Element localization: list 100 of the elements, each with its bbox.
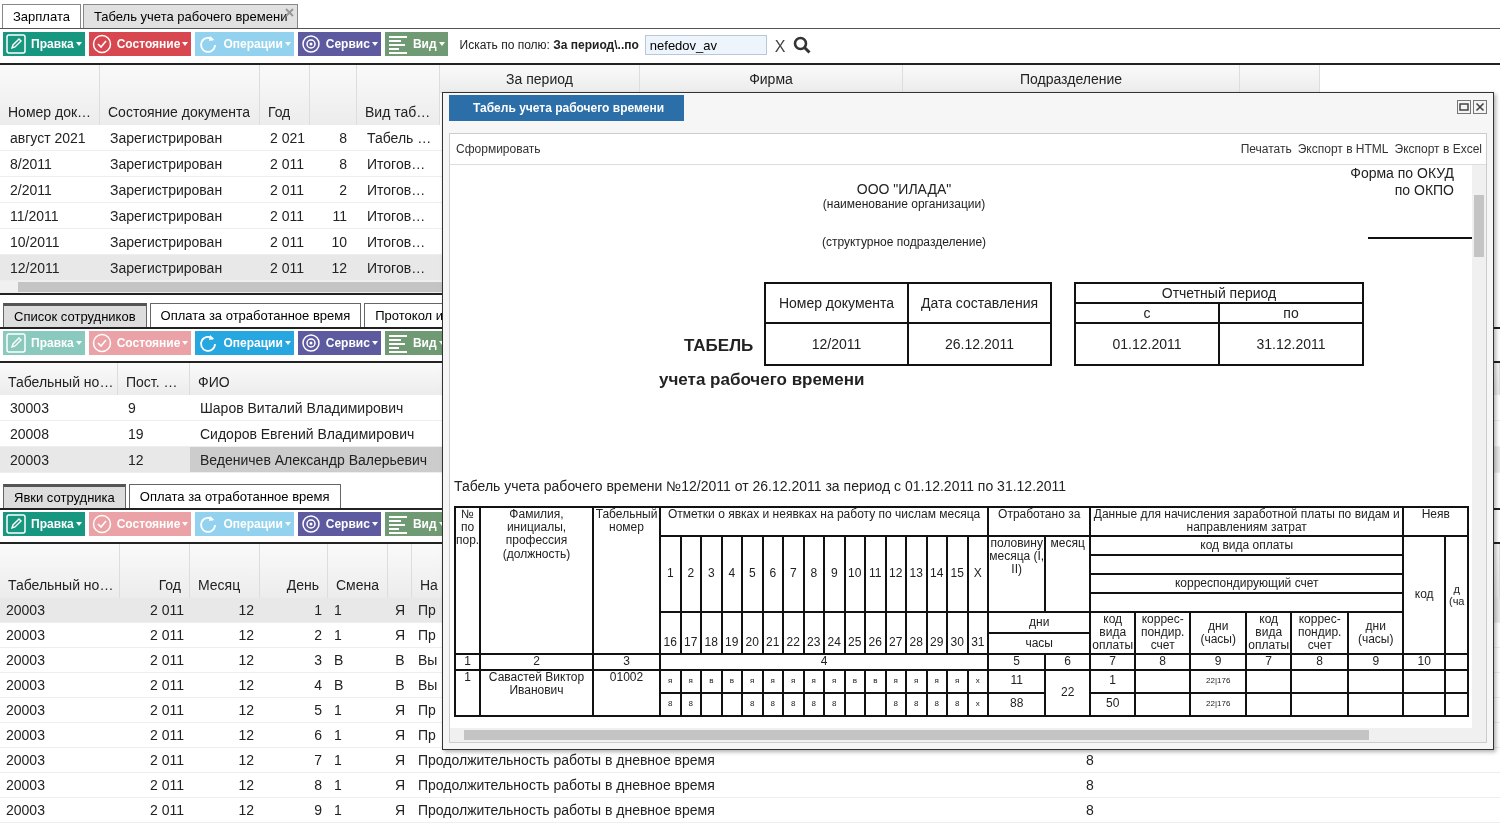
column-header[interactable]: Вид таб… — [357, 65, 440, 125]
column-header[interactable]: За период — [440, 65, 640, 93]
clear-button[interactable]: X — [772, 38, 788, 56]
table-cell-text: Шаров Виталий Владимирович — [199, 399, 405, 416]
state-menu-button[interactable]: Состояние — [88, 32, 192, 56]
table-cell-text: Итогов… — [366, 207, 427, 224]
table-header-cell: Данные для начисления заработной платы по видам и направлениям затрат — [1090, 507, 1404, 536]
search-label: Искать по полю: За период\..по — [459, 38, 639, 52]
table-cell-text: Продолжительность работы в дневное время — [417, 752, 716, 768]
table-cell: 8 — [893, 698, 898, 708]
column-header[interactable]: Год — [260, 65, 310, 125]
table-row[interactable]: 11/2011 Зарегистрирован 2 011 11 Итогов… — [0, 203, 442, 229]
table-header-cell: Отчетный период — [1075, 283, 1363, 303]
close-icon[interactable] — [1473, 100, 1487, 114]
table-cell-text: 20008 — [9, 425, 50, 442]
table-row[interactable]: август 2021 Зарегистрирован 2 021 8 Табель … — [0, 125, 442, 151]
form-label: по ОКПО — [1393, 182, 1454, 199]
column-header[interactable] — [1240, 65, 1320, 93]
column-header[interactable]: Номер док… — [0, 65, 100, 125]
column-header[interactable]: Подразделение — [903, 65, 1240, 93]
table-cell-text: 7 — [313, 752, 323, 768]
table-cell-text: 1 — [333, 727, 343, 743]
tab[interactable]: Табель учета рабочего времени — [82, 4, 299, 28]
table-header-cell: корреспондирующий счет — [1090, 574, 1404, 593]
table-cell-text: 2 011 — [149, 602, 185, 618]
pencil-icon — [6, 34, 26, 54]
check-circle-icon — [91, 514, 112, 534]
table-cell: 01.12.2011 — [1075, 323, 1219, 365]
table-header-cell: месяц — [1045, 536, 1091, 612]
table-cell-text: 2 011 — [269, 259, 305, 276]
table-cell-text: Продолжительность работы в дневное время — [417, 777, 716, 793]
maximize-icon[interactable] — [1457, 100, 1471, 114]
table-cell: 8 — [1291, 653, 1349, 670]
tab[interactable]: Оплата за отработанное время — [128, 484, 341, 508]
search-field[interactable]: nefedov_av — [644, 35, 767, 55]
table-row[interactable]: 20003 2 011 12 8 1 Я Продолжительность работы в дневное время 8 — [0, 773, 1500, 798]
tab[interactable]: Оплата за отработанное время — [149, 303, 362, 327]
horizontal-scrollbar[interactable] — [450, 728, 1486, 742]
column-header[interactable]: Месяц — [190, 544, 260, 598]
tab[interactable]: Зарплата — [2, 4, 81, 28]
table-row[interactable]: 20003 2 011 12 9 1 Я Продолжительность работы в дневное время 8 — [0, 798, 1500, 823]
table-row[interactable]: 2/2011 Зарегистрирован 2 011 2 Итогов… — [0, 177, 442, 203]
table-cell-text: Зарегистрирован — [109, 155, 224, 172]
caret-icon — [284, 522, 291, 526]
caret-icon — [182, 522, 189, 526]
column-header[interactable]: Фирма — [640, 65, 903, 93]
table-cell-text: 2 — [313, 627, 323, 643]
table-header-cell: коррес-пондир. счет — [1291, 612, 1349, 654]
table-header-cell: Дата составления — [908, 283, 1051, 323]
table-cell: я — [934, 675, 939, 685]
table-cell: 26.12.2011 — [908, 323, 1051, 365]
table-cell: в — [873, 675, 878, 685]
column-header[interactable]: Табельный но… — [0, 363, 118, 395]
table-cell-text: 20003 — [9, 451, 50, 468]
table-row[interactable]: 12/2011 Зарегистрирован 2 011 12 Итогов… — [0, 255, 442, 281]
table-cell: 50 — [1106, 696, 1120, 711]
search-icon[interactable] — [793, 36, 812, 54]
table-cell-text: 20003 — [5, 777, 46, 793]
table-cell-text: 2 011 — [149, 702, 185, 718]
table-cell: 8 — [832, 698, 837, 708]
edit-menu-button[interactable]: Правка — [3, 512, 85, 536]
table-cell-text: В — [394, 677, 406, 693]
table-cell: х — [975, 698, 980, 708]
tab[interactable]: Список сотрудников — [3, 303, 147, 327]
table-cell: 9 — [1190, 653, 1247, 670]
column-header[interactable]: Пост. … — [118, 363, 190, 395]
table-header-cell: 5 — [742, 536, 763, 612]
edit-menu-button[interactable]: Правка — [3, 32, 85, 56]
service-menu-button[interactable]: Сервис — [297, 32, 381, 56]
horizontal-scrollbar[interactable] — [0, 281, 442, 295]
column-header[interactable]: День — [260, 544, 328, 598]
column-header[interactable]: Год — [120, 544, 190, 598]
tab[interactable]: Явки сотрудника — [3, 484, 126, 508]
table-header-cell: № по пор. — [455, 507, 480, 654]
toolbar-link[interactable]: Печатать — [1240, 142, 1292, 156]
table-header-cell: Отметки о явках и неявках на работу по числам месяца — [660, 507, 989, 536]
check-circle-icon — [91, 333, 112, 353]
table-cell-text: Итогов… — [366, 155, 427, 172]
table-cell-text: 30003 — [9, 399, 50, 416]
toolbar-link[interactable]: Экспорт в Excel — [1394, 142, 1482, 156]
column-header[interactable]: Состояние документа — [100, 65, 260, 125]
table-cell: 8 — [811, 698, 816, 708]
list-icon — [387, 333, 408, 353]
service-menu-button[interactable]: Сервис — [297, 331, 381, 355]
table-cell-text: Зарегистрирован — [109, 259, 224, 276]
service-menu-button[interactable]: Сервис — [297, 512, 381, 536]
toolbar-link[interactable]: Сформировать — [456, 142, 541, 156]
close-icon[interactable] — [285, 8, 295, 17]
table-row[interactable]: 8/2011 Зарегистрирован 2 011 8 Итогов… — [0, 151, 442, 177]
toolbar-link[interactable]: Экспорт в HTML — [1297, 142, 1389, 156]
table-header-cell: код вида оплаты — [1090, 536, 1404, 555]
table-cell-text: 2 021 — [269, 129, 307, 146]
column-header[interactable]: Табельный но… — [0, 544, 120, 598]
vertical-scrollbar[interactable] — [1472, 165, 1486, 728]
table-cell-text: 3 — [313, 652, 323, 668]
table-cell-text: 20003 — [5, 802, 46, 818]
table-cell-text: Зарегистрирован — [109, 207, 224, 224]
table-cell-text: 12 — [237, 802, 255, 818]
column-header[interactable]: Смена — [328, 544, 388, 598]
table-cell: я — [750, 675, 755, 685]
